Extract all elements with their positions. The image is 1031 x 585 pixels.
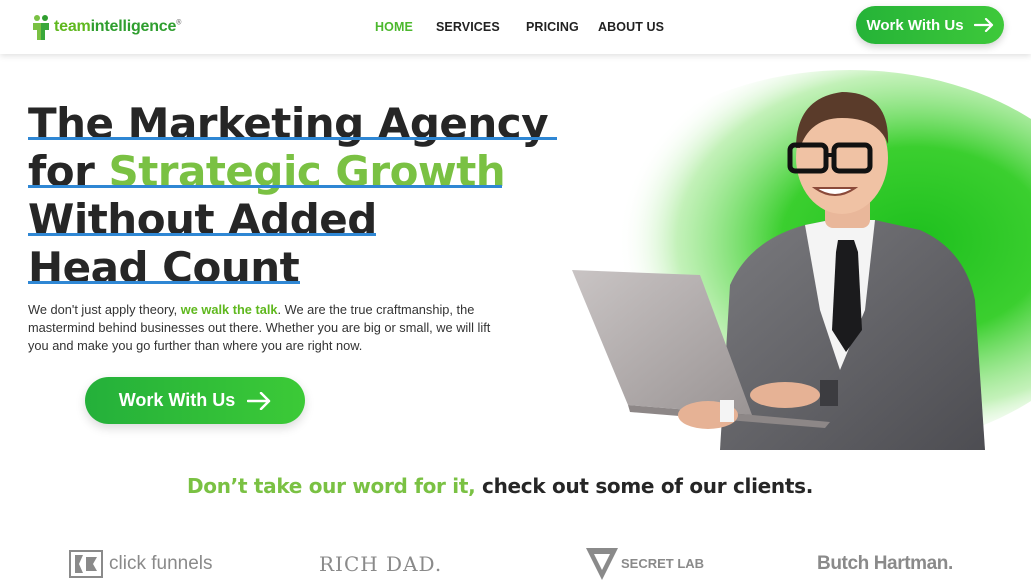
secret-lab-logo-text: SECRET LAB [621,556,705,571]
hero-heading-line-2: for Strategic Growth [28,148,588,196]
teamintelligence-logo[interactable]: teamintelligence® [31,14,181,40]
clients-heading-rest: check out some of our clients. [475,474,813,498]
hero-heading-line-1: The Marketing Agency [28,100,588,148]
site-header: teamintelligence® HOME SERVICES PRICING … [0,0,1031,54]
client-logo-secret-lab: SECRET LAB [585,546,704,582]
hero-heading-line-4: Head Count [28,244,588,292]
hero-heading: The Marketing Agency for Strategic Growt… [28,100,588,292]
heading-underline [28,281,300,284]
nav-home[interactable]: HOME [375,20,413,34]
nav-pricing[interactable]: PRICING [526,20,579,34]
work-with-us-hero-label: Work With Us [118,390,236,410]
logo-people-icon [33,15,49,40]
heading-underline [28,233,376,236]
heading-underline [28,185,502,188]
hero-heading-line-3: Without Added [28,196,588,244]
logo-registered-mark: ® [176,19,182,27]
hero-heading-line-4-text: Head Count [28,243,300,292]
clickfunnels-icon [69,550,103,578]
butch-hartman-logo-text: Butch Hartman. [817,553,953,574]
clickfunnels-logo-text: click funnels [109,553,213,574]
hero-heading-highlight: Strategic Growth [108,147,506,196]
logo-wordmark: teamintelligence® [54,18,181,36]
clients-heading: Don’t take our word for it, check out so… [0,474,1000,498]
clients-heading-lead: Don’t take our word for it, [186,474,476,498]
work-with-us-header-button[interactable]: Work With Us [856,6,1004,44]
client-logo-rich-dad: RICH DAD. [319,546,442,582]
client-logo-clickfunnels: click funnels [69,546,213,582]
logo-text-team: team [54,18,91,35]
secret-lab-icon [586,548,618,580]
hero-description: We don't just apply theory, we walk the … [28,301,508,355]
hero-heading-line-2-text: for [28,147,109,196]
client-logo-butch-hartman: Butch Hartman. [817,546,953,582]
hero-man-with-laptop-image [572,70,1031,450]
work-with-us-hero-button[interactable]: Work With Us [85,377,305,424]
arrow-right-icon [247,391,271,410]
hero-heading-line-3-text: Without Added [28,195,377,244]
nav-about-us[interactable]: ABOUT US [598,20,664,34]
hero-description-highlight: we walk the talk [180,302,278,317]
work-with-us-header-label: Work With Us [866,16,964,34]
hero-description-start: We don't just apply theory, [28,302,181,317]
arrow-right-icon [973,18,993,32]
hero-heading-line-1-text: The Marketing Agency [28,99,549,148]
logo-text-intelligence: intelligence [90,18,177,35]
rich-dad-logo-text: RICH DAD. [319,552,443,576]
heading-underline [28,137,557,140]
nav-services[interactable]: SERVICES [436,20,500,34]
